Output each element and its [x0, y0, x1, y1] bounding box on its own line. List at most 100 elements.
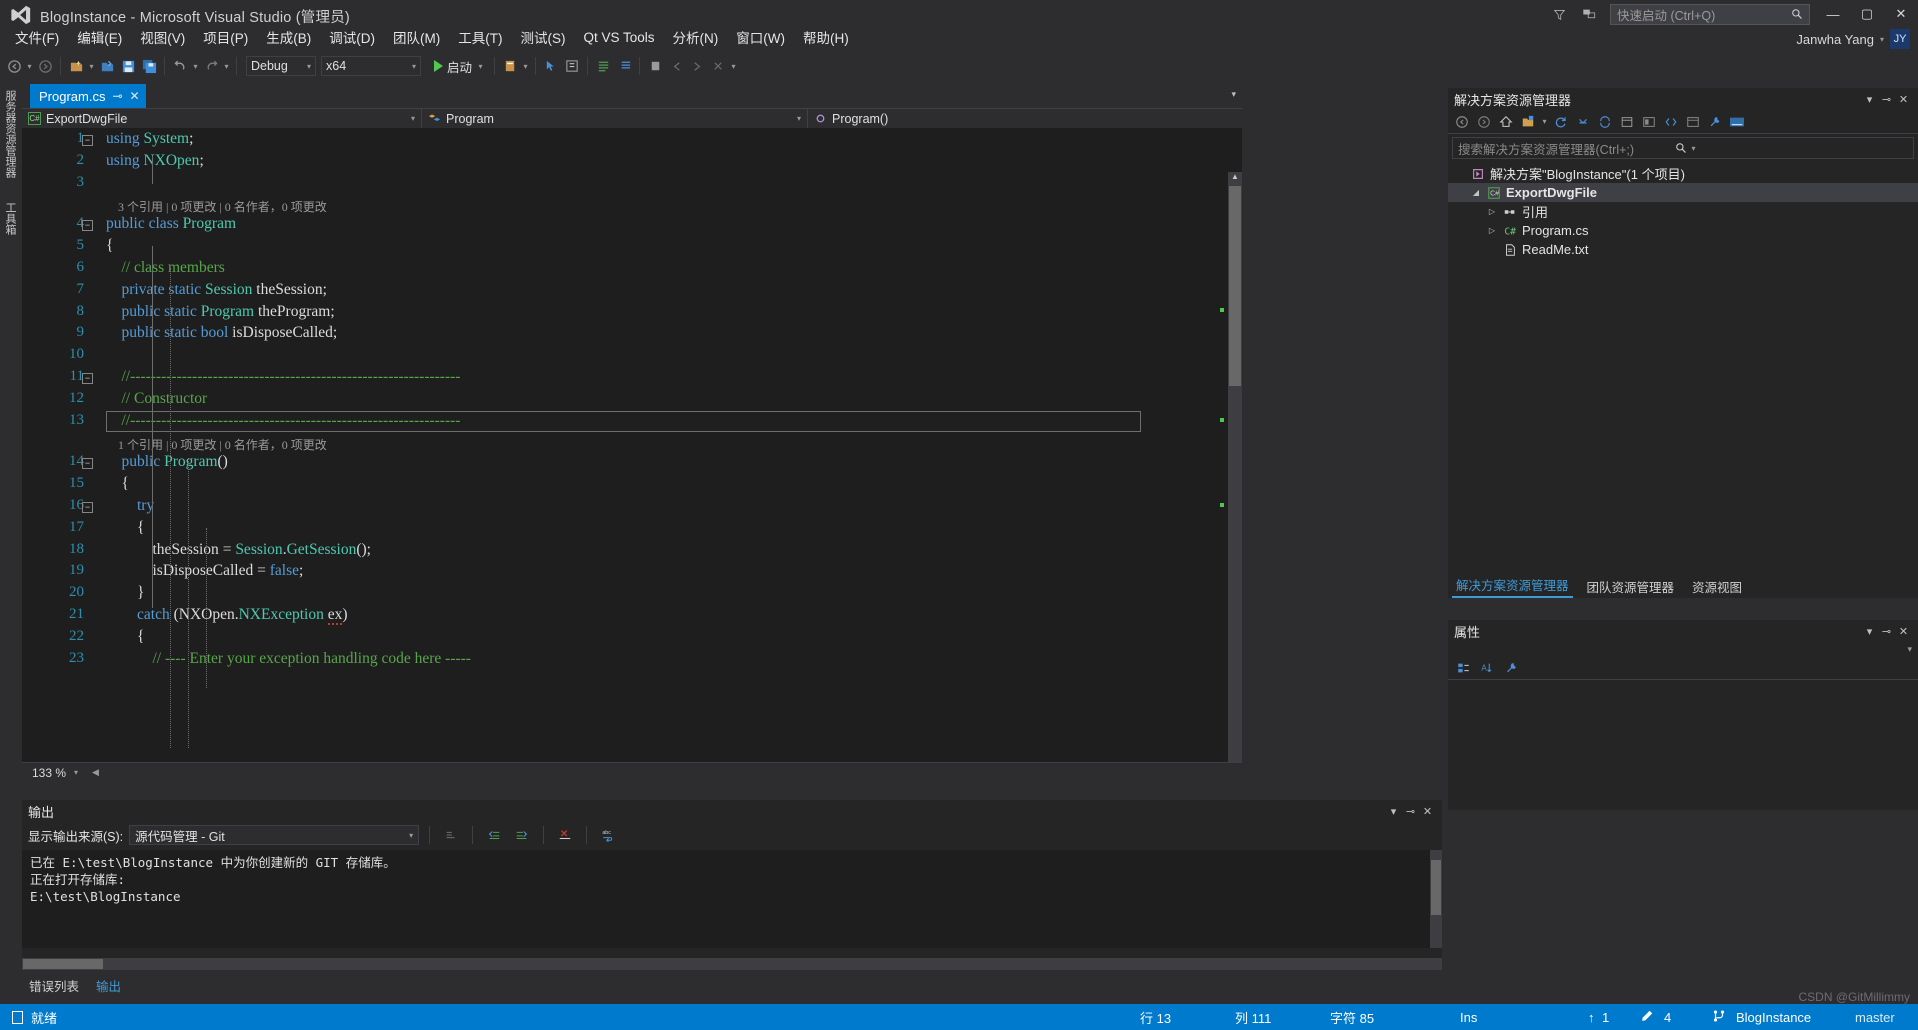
code-line[interactable]: public static Program theProgram;: [106, 303, 335, 321]
output-scroll-thumb[interactable]: [1431, 860, 1441, 915]
editor-scroll-thumb[interactable]: [1229, 186, 1241, 386]
document-tab-program-cs[interactable]: Program.cs ⊸ ✕: [30, 84, 146, 108]
horizontal-scroll-left-icon[interactable]: ◀: [78, 767, 99, 778]
save-all-icon[interactable]: [139, 55, 159, 77]
pending-changes-icon[interactable]: [1727, 112, 1747, 132]
output-text-area[interactable]: 已在 E:\test\BlogInstance 中为你创建新的 GIT 存储库。…: [22, 850, 1442, 948]
forward-icon[interactable]: [1474, 112, 1494, 132]
code-line[interactable]: public static bool isDisposeCalled;: [106, 324, 338, 342]
output-source-combo[interactable]: 源代码管理 - Git ▾: [129, 825, 420, 845]
bookmark-icon[interactable]: [645, 55, 665, 77]
clear-all-icon[interactable]: [440, 825, 462, 845]
clear-bookmarks-icon[interactable]: [708, 55, 728, 77]
save-icon[interactable]: [118, 55, 138, 77]
properties-icon[interactable]: [1617, 112, 1637, 132]
search-icon[interactable]: [1675, 142, 1687, 154]
tree-item-4[interactable]: ReadMe.txt: [1448, 240, 1918, 259]
code-line[interactable]: // Constructor: [106, 390, 208, 408]
attach-process-icon[interactable]: [500, 55, 520, 77]
close-icon[interactable]: ✕: [1895, 90, 1912, 108]
code-line[interactable]: isDisposeCalled = false;: [106, 562, 304, 580]
zoom-level[interactable]: 133 %: [22, 766, 66, 780]
code-view-icon[interactable]: [1661, 112, 1681, 132]
solution-tab-0[interactable]: 解决方案资源管理器: [1452, 573, 1573, 598]
navigate-back-caret-icon[interactable]: ▾: [25, 62, 34, 71]
undo-icon[interactable]: [170, 55, 190, 77]
sync-icon[interactable]: [1595, 112, 1615, 132]
events-icon[interactable]: [1501, 658, 1521, 678]
sidebar-item-toolbox[interactable]: 工具箱: [0, 196, 20, 241]
wrap-text-icon[interactable]: abc: [597, 825, 619, 845]
close-icon[interactable]: ✕: [1419, 802, 1436, 820]
preview-icon[interactable]: [1639, 112, 1659, 132]
back-icon[interactable]: [1452, 112, 1472, 132]
expanded-arrow-icon[interactable]: ◢: [1470, 188, 1482, 197]
code-line[interactable]: using System;: [106, 130, 193, 148]
next-bookmark-icon[interactable]: [687, 55, 707, 77]
step-into-icon[interactable]: [562, 55, 582, 77]
feedback-icon[interactable]: [1574, 1, 1604, 27]
collapsed-arrow-icon[interactable]: ▷: [1486, 226, 1498, 235]
close-button[interactable]: ✕: [1884, 0, 1918, 28]
status-unpublished-arrow[interactable]: ↑: [1588, 1010, 1595, 1025]
code-line[interactable]: //--------------------------------------…: [106, 368, 461, 386]
breadcrumb-project[interactable]: C# ExportDwgFile ▾: [22, 109, 422, 128]
funnel-icon[interactable]: [1544, 1, 1574, 27]
collapsed-arrow-icon[interactable]: ▷: [1486, 207, 1498, 216]
code-line[interactable]: private static Session theSession;: [106, 281, 327, 299]
output-horizontal-scrollbar[interactable]: [22, 958, 1442, 970]
editor-vertical-scrollbar[interactable]: ▲ ▼: [1228, 172, 1242, 762]
code-line[interactable]: // ---- Enter your exception handling co…: [106, 650, 471, 668]
tab-overflow-chevron-icon[interactable]: ▾: [1231, 89, 1236, 100]
configuration-combo[interactable]: Debug ▾: [246, 56, 316, 76]
close-icon[interactable]: ✕: [130, 89, 140, 103]
chevron-down-icon[interactable]: ▾: [476, 62, 485, 71]
attach-caret-icon[interactable]: ▾: [521, 62, 530, 71]
chevron-down-icon[interactable]: ▾: [1861, 622, 1878, 640]
platform-combo[interactable]: x64 ▾: [321, 56, 421, 76]
chevron-down-icon[interactable]: ▾: [401, 114, 415, 123]
menu-item-3[interactable]: 项目(P): [194, 25, 257, 49]
code-line[interactable]: catch (NXOpen.NXException ex): [106, 606, 348, 625]
menu-item-6[interactable]: 团队(M): [384, 25, 449, 49]
maximize-button[interactable]: ▢: [1850, 0, 1884, 28]
code-line[interactable]: using NXOpen;: [106, 152, 204, 170]
code-line[interactable]: {: [106, 475, 129, 493]
quick-launch-input[interactable]: 快速启动 (Ctrl+Q): [1610, 3, 1810, 25]
fold-toggle-icon[interactable]: −: [82, 220, 93, 232]
code-line[interactable]: {: [106, 237, 113, 255]
properties-dropdown-chevron-icon[interactable]: ▾: [1907, 644, 1912, 655]
chevron-down-icon[interactable]: ▾: [66, 768, 78, 777]
jump-prev-icon[interactable]: [483, 825, 505, 845]
breadcrumb-member[interactable]: Program(): [808, 109, 1242, 128]
fold-toggle-icon[interactable]: −: [82, 502, 93, 513]
wrench-icon[interactable]: [1705, 112, 1725, 132]
pin-icon[interactable]: ⊸: [1878, 90, 1895, 108]
code-line[interactable]: // class members: [106, 259, 225, 277]
codelens-annotation[interactable]: 3 个引用 | 0 项更改 | 0 名作者，0 项更改: [118, 198, 327, 215]
bottom-tab-1[interactable]: 输出: [89, 973, 129, 997]
chevron-down-icon[interactable]: ▾: [787, 114, 801, 123]
menu-item-7[interactable]: 工具(T): [449, 25, 511, 49]
fold-toggle-icon[interactable]: −: [82, 458, 93, 470]
fold-toggle-icon[interactable]: −: [82, 373, 93, 384]
chevron-down-icon[interactable]: ▾: [1385, 802, 1402, 820]
menu-item-9[interactable]: Qt VS Tools: [575, 28, 664, 47]
navigate-back-icon[interactable]: [4, 55, 24, 77]
scroll-up-icon[interactable]: ▲: [1229, 172, 1241, 184]
code-line[interactable]: }: [106, 584, 144, 602]
code-line[interactable]: try: [106, 497, 154, 515]
bottom-tab-0[interactable]: 错误列表: [22, 974, 86, 997]
navigate-forward-icon[interactable]: [35, 55, 55, 77]
status-publish-label[interactable]: master: [1855, 1010, 1895, 1025]
collapse-all-icon[interactable]: [1573, 112, 1593, 132]
solution-tab-2[interactable]: 资源视图: [1688, 575, 1746, 598]
designer-icon[interactable]: [1683, 112, 1703, 132]
alphabetical-icon[interactable]: A: [1477, 658, 1497, 678]
code-line[interactable]: public class Program: [106, 215, 236, 233]
fold-toggle-icon[interactable]: −: [82, 135, 93, 146]
output-vertical-scrollbar[interactable]: [1430, 850, 1442, 948]
tree-item-2[interactable]: ▷ 引用: [1448, 202, 1918, 221]
show-all-files-icon[interactable]: [1518, 112, 1538, 132]
menu-item-12[interactable]: 帮助(H): [794, 25, 858, 49]
